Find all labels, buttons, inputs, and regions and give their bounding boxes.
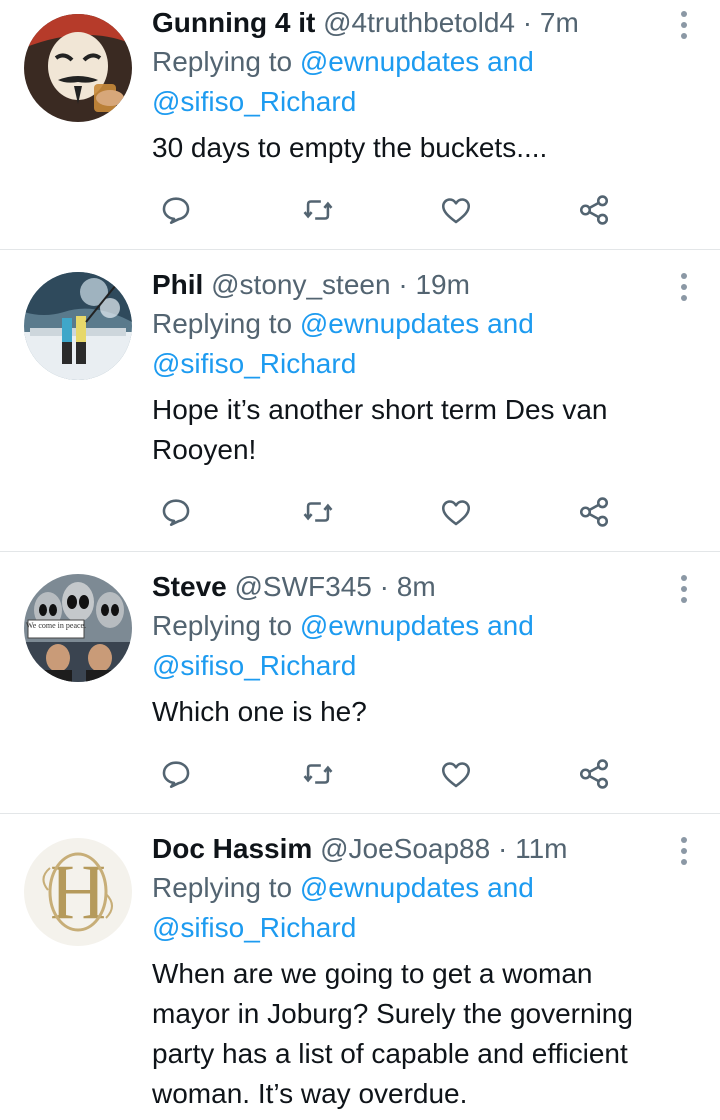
display-name[interactable]: Phil <box>152 269 203 300</box>
separator-dot: · <box>497 833 508 864</box>
alien-sign-text: We come in peace. <box>26 621 86 630</box>
more-options-icon[interactable] <box>672 8 696 42</box>
timestamp[interactable]: 7m <box>540 7 579 38</box>
reply-icon[interactable] <box>156 492 196 532</box>
handle[interactable]: @SWF345 <box>235 571 372 602</box>
like-icon[interactable] <box>436 492 476 532</box>
tweet-header: Phil @stony_steen · 19m <box>152 266 660 304</box>
avatar[interactable] <box>24 14 132 122</box>
retweet-icon[interactable] <box>298 492 338 532</box>
tweet[interactable]: Gunning 4 it @4truthbetold4 · 7m Replyin… <box>0 0 720 250</box>
replying-and[interactable]: and <box>487 46 534 77</box>
fishing-boat-avatar-icon <box>24 272 132 380</box>
avatar[interactable] <box>24 272 132 380</box>
tweet[interactable]: We come in peace. Steve @SWF345 · 8m Rep… <box>0 552 720 814</box>
aliens-avatar-icon: We come in peace. <box>24 574 132 682</box>
replying-and[interactable]: and <box>487 308 534 339</box>
mention-link[interactable]: @sifiso_Richard <box>152 650 356 681</box>
more-options-icon[interactable] <box>672 834 696 868</box>
replying-to: Replying to @ewnupdates and @sifiso_Rich… <box>152 606 660 686</box>
display-name[interactable]: Steve <box>152 571 227 602</box>
mention-link[interactable]: @ewnupdates <box>300 872 479 903</box>
reply-feed: Gunning 4 it @4truthbetold4 · 7m Replyin… <box>0 0 720 1120</box>
timestamp[interactable]: 19m <box>415 269 469 300</box>
mention-link[interactable]: @sifiso_Richard <box>152 912 356 943</box>
avatar[interactable]: H <box>24 838 132 946</box>
like-icon[interactable] <box>436 754 476 794</box>
replying-to: Replying to @ewnupdates and @sifiso_Rich… <box>152 42 660 122</box>
mention-link[interactable]: @ewnupdates <box>300 610 479 641</box>
handle[interactable]: @JoeSoap88 <box>320 833 490 864</box>
reply-icon[interactable] <box>156 754 196 794</box>
separator-dot: · <box>379 571 389 602</box>
mention-link[interactable]: @ewnupdates <box>300 308 479 339</box>
replying-to-label: Replying to <box>152 308 293 339</box>
handle[interactable]: @stony_steen <box>211 269 390 300</box>
separator-dot: · <box>398 269 408 300</box>
monogram-avatar-icon: H <box>24 838 132 946</box>
more-options-icon[interactable] <box>672 270 696 304</box>
separator-dot: · <box>522 7 533 38</box>
more-options-icon[interactable] <box>672 572 696 606</box>
replying-to: Replying to @ewnupdates and @sifiso_Rich… <box>152 304 660 384</box>
tweet-header: Gunning 4 it @4truthbetold4 · 7m <box>152 4 660 42</box>
tweet[interactable]: Phil @stony_steen · 19m Replying to @ewn… <box>0 250 720 552</box>
tweet-actions <box>150 492 630 532</box>
replying-to-label: Replying to <box>152 872 293 903</box>
display-name[interactable]: Gunning 4 it <box>152 7 315 38</box>
share-icon[interactable] <box>574 190 614 230</box>
tweet-header: Doc Hassim @JoeSoap88 · 11m <box>152 830 660 868</box>
replying-to-label: Replying to <box>152 610 293 641</box>
mention-link[interactable]: @ewnupdates <box>300 46 479 77</box>
reply-icon[interactable] <box>156 190 196 230</box>
replying-to-label: Replying to <box>152 46 293 77</box>
tweet-text: 30 days to empty the buckets.... <box>152 132 548 163</box>
timestamp[interactable]: 11m <box>515 833 567 864</box>
share-icon[interactable] <box>574 492 614 532</box>
like-icon[interactable] <box>436 190 476 230</box>
display-name[interactable]: Doc Hassim <box>152 833 312 864</box>
timestamp[interactable]: 8m <box>397 571 436 602</box>
share-icon[interactable] <box>574 754 614 794</box>
mention-link[interactable]: @sifiso_Richard <box>152 86 356 117</box>
avatar[interactable]: We come in peace. <box>24 574 132 682</box>
tweet-actions <box>150 190 630 230</box>
retweet-icon[interactable] <box>298 190 338 230</box>
tweet-text: Which one is he? <box>152 696 367 727</box>
handle[interactable]: @4truthbetold4 <box>323 7 515 38</box>
retweet-icon[interactable] <box>298 754 338 794</box>
replying-to: Replying to @ewnupdates and @sifiso_Rich… <box>152 868 660 948</box>
masked-man-avatar-icon <box>24 14 132 122</box>
tweet-header: Steve @SWF345 · 8m <box>152 568 660 606</box>
replying-and[interactable]: and <box>487 872 534 903</box>
replying-and[interactable]: and <box>487 610 534 641</box>
tweet[interactable]: H Doc Hassim @JoeSoap88 · 11m Replying t… <box>0 814 720 1120</box>
tweet-text: When are we going to get a woman mayor i… <box>152 958 633 1109</box>
tweet-text: Hope it’s another short term Des van Roo… <box>152 394 608 465</box>
mention-link[interactable]: @sifiso_Richard <box>152 348 356 379</box>
tweet-actions <box>150 754 630 794</box>
